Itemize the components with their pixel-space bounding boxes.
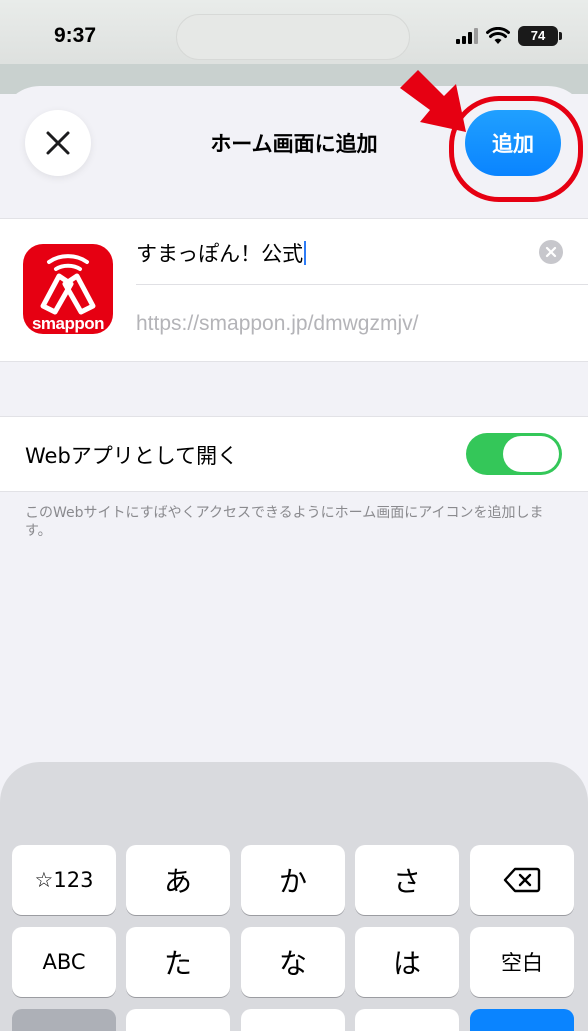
annotation-arrow-icon: [400, 70, 466, 132]
key-ma[interactable]: ま: [126, 1009, 230, 1031]
battery-icon: 74: [518, 26, 562, 46]
field-divider: [136, 284, 588, 285]
wifi-icon: [486, 27, 510, 44]
key-ya[interactable]: や: [241, 1009, 345, 1031]
backspace-key[interactable]: [470, 845, 574, 915]
return-key[interactable]: [470, 1009, 574, 1031]
smappon-logo-icon: [40, 254, 96, 315]
space-key[interactable]: 空白: [470, 927, 574, 997]
app-icon: smappon: [23, 244, 113, 334]
cellular-signal-icon: [456, 28, 478, 44]
clear-icon: [545, 246, 557, 258]
status-icons: 74: [456, 26, 562, 46]
key-ha[interactable]: は: [355, 927, 459, 997]
app-name-value: すまっぽん！公式: [136, 242, 304, 266]
web-app-toggle[interactable]: [466, 433, 562, 475]
web-app-option-label: Webアプリとして開く: [25, 444, 239, 468]
option-footnote: このWebサイトにすばやくアクセスできるようにホーム画面にアイコンを追加します。: [25, 505, 544, 539]
dynamic-island: [176, 14, 410, 60]
toggle-knob: [503, 436, 559, 472]
app-icon-label: smappon: [31, 314, 105, 333]
key-ka[interactable]: か: [241, 845, 345, 915]
app-name-field[interactable]: すまっぽん！公式: [136, 238, 307, 268]
key-abc[interactable]: ABC: [12, 927, 116, 997]
key-emoji[interactable]: [12, 1009, 116, 1031]
key-na[interactable]: な: [241, 927, 345, 997]
key-symbols[interactable]: ☆123: [12, 845, 116, 915]
key-ta[interactable]: た: [126, 927, 230, 997]
status-time: 9:37: [54, 24, 97, 47]
app-url: https://smappon.jp/dmwgzmjv/: [136, 312, 419, 335]
text-cursor: [304, 241, 307, 265]
clear-text-button[interactable]: [539, 240, 563, 264]
key-ra[interactable]: ら: [355, 1009, 459, 1031]
backspace-icon: [503, 867, 541, 893]
key-sa[interactable]: さ: [355, 845, 459, 915]
key-a[interactable]: あ: [126, 845, 230, 915]
